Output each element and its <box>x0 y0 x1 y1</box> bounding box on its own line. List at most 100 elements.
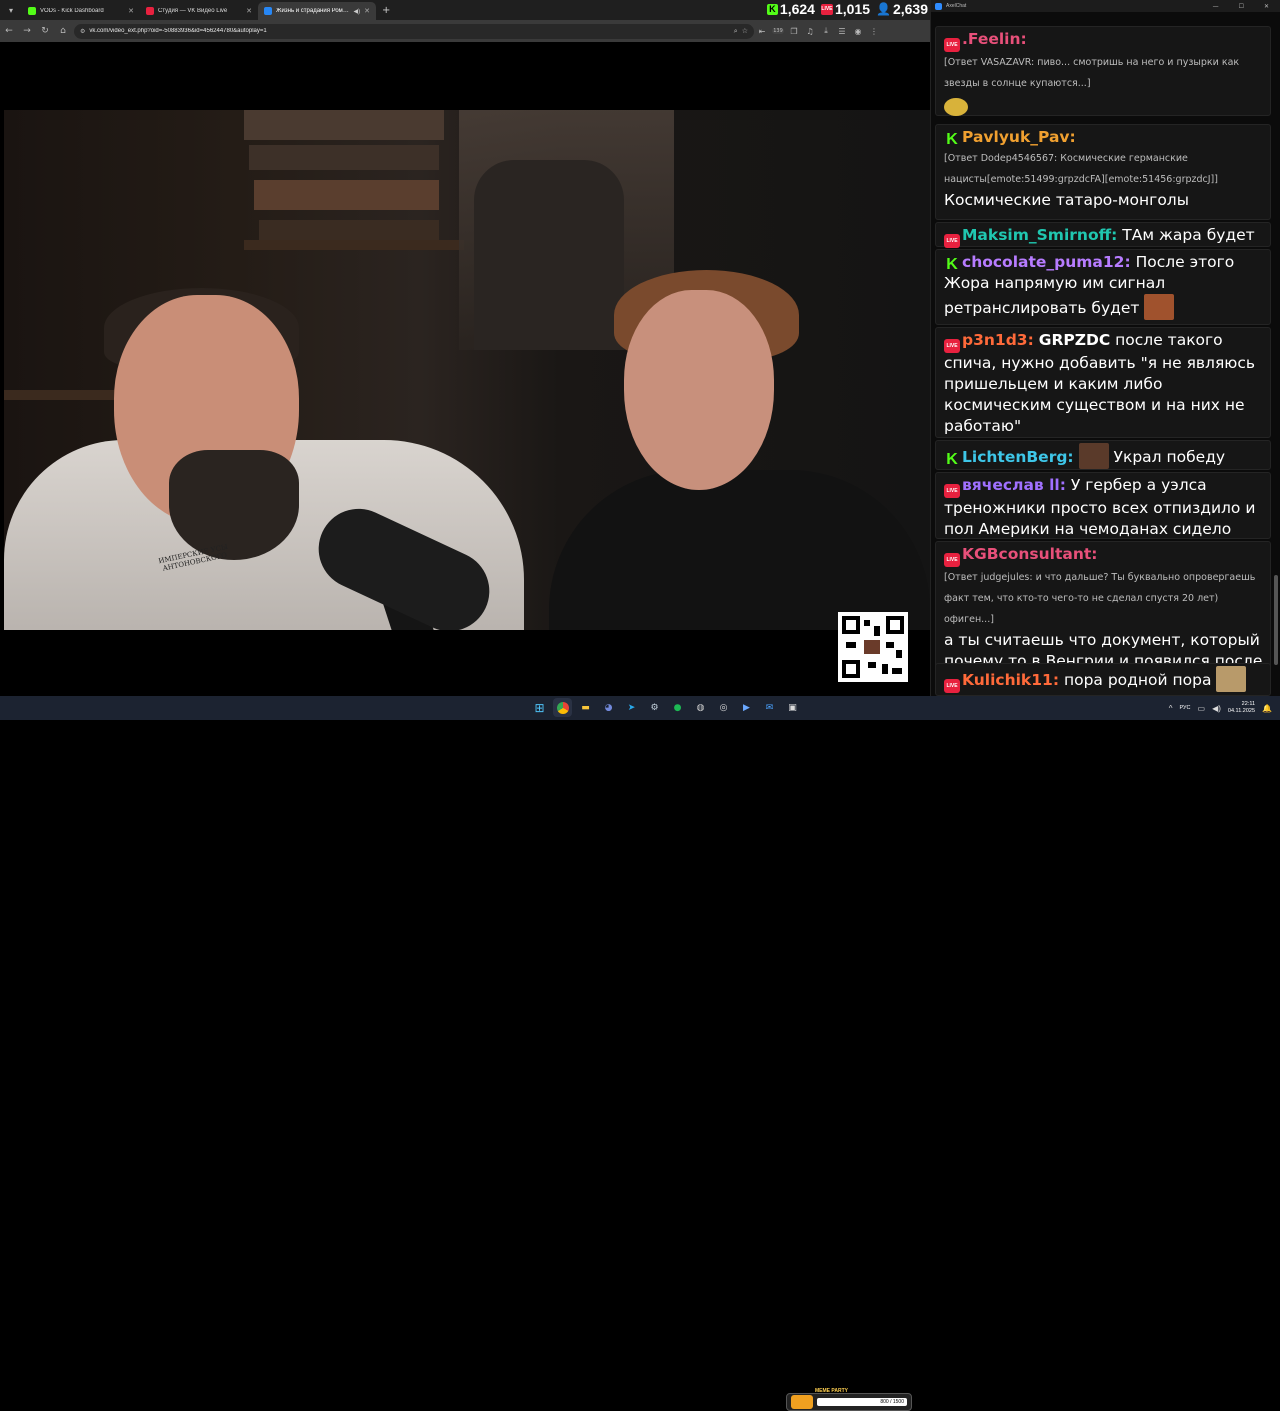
extension-badge-icon[interactable]: 139 <box>770 20 786 42</box>
volume-icon[interactable]: ◀) <box>1212 704 1221 713</box>
address-bar[interactable]: ⚙ vk.com/video_ext.php?oid=-50883936&id=… <box>74 23 754 39</box>
extension-icon[interactable]: ⇤ <box>754 20 770 42</box>
beer-emote-icon <box>944 98 968 116</box>
clock-date: 04.11.2025 <box>1227 708 1256 714</box>
notifications-bell-icon[interactable]: 🔔 <box>1262 704 1272 713</box>
meme-party-title: MEME PARTY <box>815 1388 848 1394</box>
media-icon[interactable]: ♫ <box>802 20 818 42</box>
chat-nick[interactable]: chocolate_puma12: <box>962 253 1131 271</box>
app-icon[interactable]: ◍ <box>691 698 710 717</box>
chat-scrollbar[interactable] <box>1274 575 1278 665</box>
site-info-icon[interactable]: ⚙ <box>80 28 85 35</box>
chat-nick[interactable]: Maksim_Smirnoff: <box>962 226 1117 244</box>
toolbar: ← → ↻ ⌂ ⚙ vk.com/video_ext.php?oid=-5088… <box>0 20 930 42</box>
meme-party-widget[interactable]: MEME PARTY 800 / 1500 <box>786 1388 912 1411</box>
obs-icon[interactable]: ◎ <box>714 698 733 717</box>
kick-logo-icon: K <box>766 3 778 15</box>
chat-nick[interactable]: KGBconsultant: <box>962 545 1098 563</box>
maximize-icon[interactable]: ☐ <box>1231 3 1252 10</box>
spotify-icon[interactable]: ● <box>668 698 687 717</box>
tab-kick-dashboard[interactable]: VODs - Kick Dashboard ✕ <box>22 2 140 20</box>
video-player[interactable]: ИМПЕРСКИЕ УСЫ АНТОНОВСКОГО <box>4 110 930 630</box>
chat-message: K LichtenBerg: Украл победу <box>935 440 1271 470</box>
chat-text: ТАм жара будет <box>1122 226 1255 244</box>
chat-app-icon[interactable]: ✉ <box>760 698 779 717</box>
clock[interactable]: 22:11 04.11.2025 <box>1228 701 1255 715</box>
chat-nick[interactable]: .Feelin: <box>962 30 1027 48</box>
book <box>254 180 439 210</box>
back-arrow-icon[interactable]: ← <box>0 20 18 42</box>
tab-vk-studio[interactable]: Студия — VK Видео Live ✕ <box>140 2 258 20</box>
meme-party-logo-icon <box>791 1395 813 1409</box>
minimize-icon[interactable]: — <box>1205 3 1227 10</box>
chat-mention: GRPZDC <box>1038 331 1111 349</box>
download-icon[interactable]: ⤓ <box>818 20 834 42</box>
chat-nick[interactable]: p3n1d3: <box>962 331 1034 349</box>
vk-viewers: LIVE 1,015 <box>820 1 870 17</box>
media-player-icon[interactable]: ▶ <box>737 698 756 717</box>
vk-live-logo-icon: LIVE <box>820 3 833 15</box>
forward-arrow-icon[interactable]: → <box>18 20 36 42</box>
discord-icon[interactable]: ◕ <box>599 698 618 717</box>
zoom-icon[interactable]: ⌕ <box>734 27 738 36</box>
language-indicator[interactable]: РУС <box>1180 705 1191 711</box>
poster-figure <box>474 160 624 350</box>
tab-search-icon[interactable]: ▾ <box>0 0 22 20</box>
steam-icon[interactable]: ⚙ <box>645 698 664 717</box>
chat-messages[interactable]: LIVE .Feelin: [Ответ VASAZAVR: пиво... см… <box>935 12 1271 696</box>
chat-text: Космические татаро-монголы <box>944 191 1189 209</box>
vk-live-favicon-icon <box>146 7 154 15</box>
network-icon[interactable]: ▭ <box>1198 704 1206 713</box>
qr-code <box>838 612 908 682</box>
vk-live-badge-icon: LIVE <box>944 679 960 693</box>
chat-nick[interactable]: LichtenBerg: <box>962 448 1074 466</box>
chat-nick[interactable]: Pavlyuk_Pav: <box>962 128 1076 146</box>
vk-favicon-icon <box>264 7 272 15</box>
app-title: AxelChat <box>946 3 967 9</box>
total-viewers: 👤 2,639 <box>876 1 928 17</box>
chat-titlebar: AxelChat — ☐ ✕ <box>931 0 1280 12</box>
book <box>259 220 439 242</box>
browser-window: ▾ VODs - Kick Dashboard ✕ Студия — VK Ви… <box>0 0 930 696</box>
face-emote-icon <box>1078 443 1109 469</box>
chat-message: K Pavlyuk_Pav: [Ответ Dodep4546567: Косми… <box>935 124 1271 220</box>
kick-favicon-icon <box>28 7 36 15</box>
new-tab-button[interactable]: + <box>376 5 396 16</box>
bookmark-star-icon[interactable]: ☆ <box>742 27 748 35</box>
tab-label: Жизнь и страдания Романа... <box>276 8 350 14</box>
reload-icon[interactable]: ↻ <box>36 20 54 42</box>
chat-message: LIVE KGBconsultant: [Ответ judgejules: и … <box>935 541 1271 691</box>
vk-live-badge-icon: LIVE <box>944 553 960 567</box>
close-tab-icon[interactable]: ✕ <box>364 7 370 15</box>
extension-badge-count: 139 <box>772 28 784 34</box>
chat-nick[interactable]: вячеслав ll: <box>962 476 1066 494</box>
profile-icon[interactable]: ◉ <box>850 20 866 42</box>
app-icon[interactable]: ▣ <box>783 698 802 717</box>
menu-dots-icon[interactable]: ⋮ <box>866 20 882 42</box>
host-beard <box>169 450 299 560</box>
extensions-puzzle-icon[interactable]: ❐ <box>786 20 802 42</box>
chrome-icon[interactable] <box>553 698 572 717</box>
sidebar-icon[interactable]: ☰ <box>834 20 850 42</box>
url-text[interactable]: vk.com/video_ext.php?oid=-50883936&id=45… <box>89 28 729 34</box>
close-icon[interactable]: ✕ <box>1256 3 1277 10</box>
telegram-icon[interactable]: ➤ <box>622 698 641 717</box>
chat-message: LIVE вячеслав ll: У гербер а уэлса тренож… <box>935 472 1271 539</box>
home-icon[interactable]: ⌂ <box>54 20 72 42</box>
start-windows-icon[interactable]: ⊞ <box>530 698 549 717</box>
chat-message: Kchocolate_puma12: После этого Жора напр… <box>935 249 1271 325</box>
close-tab-icon[interactable]: ✕ <box>246 7 252 15</box>
taskbar: ⊞ ▬ ◕ ➤ ⚙ ● ◍ ◎ ▶ ✉ ▣ MEME PARTY 800 / 1… <box>0 696 1280 1411</box>
vk-live-badge-icon: LIVE <box>944 38 960 52</box>
explorer-folder-icon[interactable]: ▬ <box>576 698 595 717</box>
tab-label: VODs - Kick Dashboard <box>40 8 104 14</box>
kick-viewers: K 1,624 <box>766 1 815 17</box>
vk-viewers-count: 1,015 <box>834 1 870 17</box>
close-tab-icon[interactable]: ✕ <box>128 7 134 15</box>
chevron-up-icon[interactable]: ^ <box>1169 704 1173 713</box>
chat-nick[interactable]: Kulichik11: <box>962 671 1059 689</box>
tab-vk-video[interactable]: Жизнь и страдания Романа... ◀) ✕ <box>258 2 376 20</box>
app-icon <box>935 2 942 10</box>
speaker-icon[interactable]: ◀) <box>354 8 361 15</box>
chat-message: LIVE Maksim_Smirnoff: ТАм жара будет <box>935 222 1271 248</box>
